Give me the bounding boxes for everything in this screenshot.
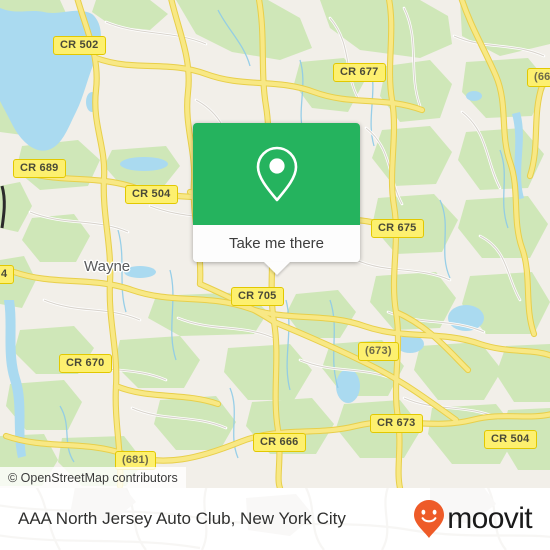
moovit-wordmark: moovit bbox=[447, 502, 532, 535]
road-shield-673-paren[interactable]: (673) bbox=[358, 342, 399, 361]
page-title: AAA North Jersey Auto Club, New York Cit… bbox=[18, 509, 346, 528]
map-pin-icon bbox=[256, 146, 297, 202]
road-shield-66[interactable]: (66 bbox=[527, 68, 550, 87]
road-shield-cr-705[interactable]: CR 705 bbox=[231, 287, 284, 306]
popup-pointer-tail bbox=[263, 262, 290, 275]
road-shield-cr-673[interactable]: CR 673 bbox=[370, 414, 423, 433]
road-shield-cr-670[interactable]: CR 670 bbox=[59, 354, 112, 373]
road-shield-cr-504-east[interactable]: CR 504 bbox=[484, 430, 537, 449]
road-shield-cr-677[interactable]: CR 677 bbox=[333, 63, 386, 82]
road-shield-cr-504-west[interactable]: CR 504 bbox=[125, 185, 178, 204]
road-shield-cr-666[interactable]: CR 666 bbox=[253, 433, 306, 452]
place-label-wayne: Wayne bbox=[84, 258, 131, 275]
moovit-map-screenshot: Wayne CR 502 CR 677 (66 CR 689 CR 504 CR… bbox=[0, 0, 550, 550]
popup-header bbox=[193, 123, 360, 225]
map-canvas[interactable]: Wayne CR 502 CR 677 (66 CR 689 CR 504 CR… bbox=[0, 0, 550, 488]
road-shield-cr-689[interactable]: CR 689 bbox=[13, 159, 66, 178]
footer-bar: AAA North Jersey Auto Club, New York Cit… bbox=[0, 488, 550, 550]
moovit-smiley-pin-icon bbox=[414, 500, 445, 538]
popup-action-bar[interactable]: Take me there bbox=[193, 225, 360, 262]
road-shield-partial-4[interactable]: 4 bbox=[0, 265, 15, 284]
osm-attribution[interactable]: © OpenStreetMap contributors bbox=[0, 467, 186, 488]
road-shield-cr-502[interactable]: CR 502 bbox=[53, 36, 106, 55]
road-shield-cr-675[interactable]: CR 675 bbox=[371, 219, 424, 238]
take-me-there-label: Take me there bbox=[228, 235, 325, 252]
moovit-brand-logo[interactable]: moovit bbox=[413, 499, 533, 539]
location-popup-card[interactable]: Take me there bbox=[193, 123, 360, 275]
